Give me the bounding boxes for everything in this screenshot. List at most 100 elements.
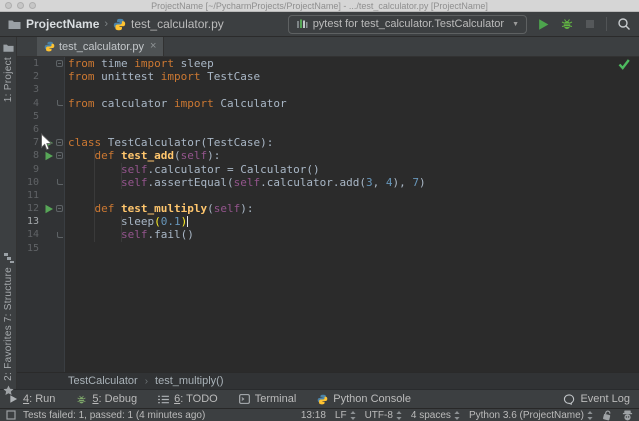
line-number: 8 (17, 149, 39, 162)
fold-marker-icon[interactable] (56, 228, 64, 241)
line-number: 7 (17, 136, 39, 149)
minimize-window-button[interactable] (17, 2, 24, 9)
pycharm-window: { "window": { "title": "ProjectName [~/P… (0, 0, 639, 421)
tab-label: test_calculator.py (59, 41, 144, 53)
stripe-label: 2: Favorites (3, 325, 14, 381)
code-text: sleep(0.1) (68, 215, 639, 228)
line-number: 11 (17, 189, 39, 202)
code-line[interactable]: 9 self.calculator = Calculator() (17, 163, 639, 176)
breadcrumb-separator-icon: › (104, 18, 108, 30)
status-item-4-spaces[interactable]: 4 spaces (411, 410, 460, 421)
line-number: 9 (17, 163, 39, 176)
stripe-label: 7: Structure (3, 267, 14, 322)
code-line[interactable]: 14 self.fail() (17, 228, 639, 241)
breadcrumb-project[interactable]: ProjectName (26, 17, 99, 31)
breadcrumb-item[interactable]: TestCalculator (68, 375, 138, 387)
inspection-ok-check-icon[interactable] (618, 59, 630, 70)
mouse-cursor (40, 133, 53, 152)
stripe-button-structure[interactable]: 7: Structure (0, 253, 17, 322)
run-button[interactable] (537, 18, 550, 31)
code-line[interactable]: 2from unittest import TestCase (17, 70, 639, 83)
indent-guide (121, 163, 122, 189)
python-console-icon (317, 394, 328, 405)
line-number: 4 (17, 97, 39, 110)
unlock-icon[interactable] (602, 410, 613, 421)
fold-marker-icon[interactable] (56, 57, 64, 70)
status-item-label: Python 3.6 (ProjectName) (469, 410, 584, 421)
line-number: 5 (17, 110, 39, 123)
titlebar: ProjectName [~/PycharmProjects/ProjectNa… (0, 0, 639, 12)
code-line[interactable]: 10 self.assertEqual(self.calculator.add(… (17, 176, 639, 189)
status-item-13-18[interactable]: 13:18 (301, 410, 326, 421)
hector-inspector-icon[interactable] (622, 410, 633, 421)
code-line[interactable]: 1from time import sleep (17, 57, 639, 70)
code-line[interactable]: 8 def test_add(self): (17, 149, 639, 162)
status-item-label: 13:18 (301, 410, 326, 421)
pytest-icon (296, 18, 308, 30)
breadcrumb-file[interactable]: test_calculator.py (131, 17, 224, 31)
run-test-gutter-icon[interactable] (43, 151, 54, 161)
toolwindow-button-label: 6: TODO (174, 393, 218, 405)
maximize-window-button[interactable] (29, 2, 36, 9)
line-number: 12 (17, 202, 39, 215)
text-caret (187, 216, 188, 227)
fold-marker-icon[interactable] (56, 136, 64, 149)
toolwindow-button-todo[interactable]: 6: TODO (158, 393, 218, 405)
toolwindow-button-event-log[interactable]: Event Log (563, 393, 630, 405)
python-file-icon (44, 41, 55, 52)
code-line[interactable]: 13 sleep(0.1) (17, 215, 639, 228)
breadcrumb-item[interactable]: test_multiply() (155, 375, 223, 387)
code-line[interactable]: 6 (17, 123, 639, 136)
fold-marker-icon[interactable] (56, 176, 64, 189)
python-file-icon (113, 18, 126, 31)
close-window-button[interactable] (5, 2, 12, 9)
code-line[interactable]: 3 (17, 83, 639, 96)
debug-icon (76, 394, 87, 405)
editor-code: 1from time import sleep2from unittest im… (17, 57, 639, 372)
line-number: 14 (17, 228, 39, 241)
event-log-icon (563, 394, 575, 405)
status-item-utf-8[interactable]: UTF-8 (365, 410, 402, 421)
code-text: self.calculator = Calculator() (68, 163, 639, 176)
status-item-label: LF (335, 410, 347, 421)
close-tab-icon[interactable]: × (150, 41, 156, 52)
toolwindow-button-python-console[interactable]: Python Console (317, 393, 411, 405)
breadcrumbs-bar: TestCalculator › test_multiply() (17, 372, 639, 389)
code-line[interactable]: 5 (17, 110, 639, 123)
code-text: self.fail() (68, 228, 639, 241)
stripe-label: 1: Project (3, 57, 14, 102)
toolwindow-button-debug[interactable]: 5: Debug (76, 393, 137, 405)
code-line[interactable]: 12 def test_multiply(self): (17, 202, 639, 215)
updown-icon (396, 411, 402, 420)
stop-button (584, 18, 596, 30)
code-editor[interactable]: 1from time import sleep2from unittest im… (17, 57, 639, 372)
terminal-icon (239, 394, 250, 404)
run-configuration-select[interactable]: pytest for test_calculator.TestCalculato… (288, 15, 527, 34)
fold-marker-icon[interactable] (56, 202, 64, 215)
left-toolwindow-stripe: 1: Project 7: Structure 2: Favorites (0, 37, 17, 389)
toolwindow-toggle-icon[interactable] (6, 410, 16, 420)
updown-icon (454, 411, 460, 420)
toolwindow-button-terminal[interactable]: Terminal (239, 393, 297, 405)
breadcrumb-separator-icon: › (145, 376, 148, 387)
code-line[interactable]: 4from calculator import Calculator (17, 97, 639, 110)
code-text: def test_multiply(self): (68, 202, 639, 215)
stripe-button-favorites[interactable]: 2: Favorites (0, 325, 17, 396)
stripe-button-project[interactable]: 1: Project (0, 43, 17, 102)
search-everywhere-icon[interactable] (617, 17, 631, 31)
status-item-python-3-6-projectname-[interactable]: Python 3.6 (ProjectName) (469, 410, 593, 421)
code-line[interactable]: 7class TestCalculator(TestCase): (17, 136, 639, 149)
status-item-lf[interactable]: LF (335, 410, 356, 421)
code-text: from time import sleep (68, 57, 639, 70)
code-line[interactable]: 15 (17, 242, 639, 255)
fold-marker-icon[interactable] (56, 97, 64, 110)
status-message[interactable]: Tests failed: 1, passed: 1 (4 minutes ag… (23, 410, 205, 421)
indent-guide (121, 216, 122, 242)
debug-button[interactable] (560, 17, 574, 31)
line-number: 3 (17, 83, 39, 96)
run-test-gutter-icon[interactable] (43, 204, 54, 214)
fold-marker-icon[interactable] (56, 149, 64, 162)
code-line[interactable]: 11 (17, 189, 639, 202)
tab-test-calculator[interactable]: test_calculator.py × (37, 37, 164, 56)
window-controls[interactable] (5, 2, 36, 9)
